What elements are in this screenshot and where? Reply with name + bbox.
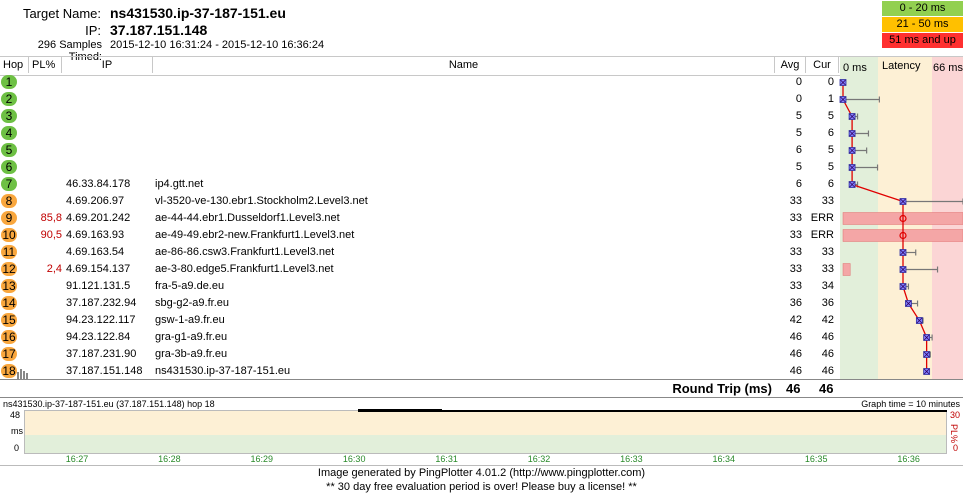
timeline-tick: 16:35 bbox=[804, 454, 828, 464]
timeline-tick: 16:30 bbox=[342, 454, 366, 464]
round-trip-label: Round Trip (ms) bbox=[672, 381, 772, 396]
footer-divider bbox=[0, 465, 963, 466]
timeline-y-bottom: 0 bbox=[14, 443, 20, 453]
graph-bars-icon[interactable] bbox=[17, 369, 29, 379]
timeline-pl-bottom: 0 bbox=[953, 443, 959, 453]
timeline-area bbox=[24, 410, 947, 454]
packet-loss-bar bbox=[842, 263, 851, 276]
footer-license-warning: ** 30 day free evaluation period is over… bbox=[326, 481, 637, 493]
latency-line bbox=[842, 82, 928, 372]
timeline-tick: 16:34 bbox=[712, 454, 736, 464]
timeline-y-top: 48 bbox=[10, 410, 21, 420]
timeline-divider bbox=[0, 397, 963, 398]
round-trip-avg: 46 bbox=[786, 381, 801, 396]
timeline-graph-time: Graph time = 10 minutes bbox=[861, 399, 960, 409]
timeline-tick: 16:36 bbox=[897, 454, 920, 464]
timeline-pl-label: PL% bbox=[949, 424, 959, 444]
round-trip-cur: 46 bbox=[819, 381, 834, 396]
timeline-pl-top: 30 bbox=[950, 410, 961, 420]
round-trip-divider bbox=[0, 379, 963, 380]
timeline-tick: 16:29 bbox=[250, 454, 274, 464]
timeline-latency-line-2 bbox=[442, 410, 947, 412]
timeline-tick: 16:31 bbox=[435, 454, 458, 464]
timeline-tick: 16:28 bbox=[158, 454, 181, 464]
timeline-tick: 16:32 bbox=[527, 454, 551, 464]
timeline-title: ns431530.ip-37-187-151.eu (37.187.151.14… bbox=[3, 399, 215, 409]
timeline-tick: 16:27 bbox=[65, 454, 89, 464]
footer-credit: Image generated by PingPlotter 4.01.2 (h… bbox=[317, 467, 646, 479]
timeline-tick: 16:33 bbox=[620, 454, 643, 464]
timeline-latency-line bbox=[358, 409, 442, 412]
timeline-y-unit: ms bbox=[11, 426, 23, 436]
